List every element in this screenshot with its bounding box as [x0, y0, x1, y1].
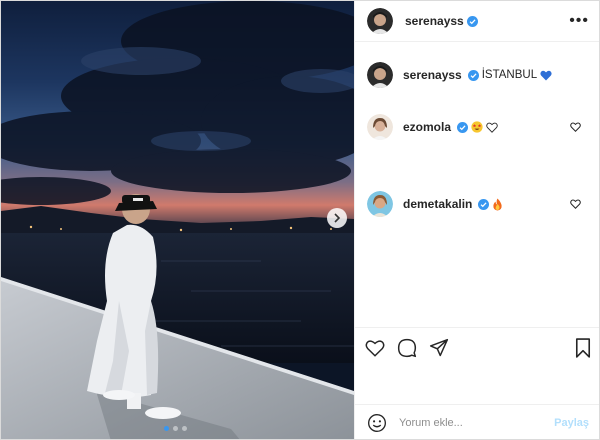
verified-badge-icon [466, 15, 478, 27]
share-paper-plane-icon[interactable] [429, 338, 449, 358]
emoji-smiley-icon[interactable] [367, 413, 387, 433]
chevron-right-icon [334, 213, 341, 223]
add-comment-bar: Yorum ekle... Paylaş [355, 404, 599, 439]
comment-text: demetakalin [403, 197, 503, 211]
avatar-image [367, 114, 393, 140]
carousel-dot-active [164, 426, 169, 431]
caption-body: İSTANBUL [481, 69, 538, 81]
blue-heart-icon [540, 70, 552, 80]
author-avatar[interactable] [367, 8, 393, 34]
commenter-avatar[interactable] [367, 114, 393, 140]
comment-username[interactable]: demetakalin [403, 197, 472, 211]
caption-row: serenayss İSTANBUL [367, 62, 589, 88]
comments-list: serenayss İSTANBUL ezomola demetakalin [355, 42, 599, 327]
carousel-dot [182, 426, 187, 431]
caption-username[interactable]: serenayss [403, 68, 462, 82]
fire-emoji-icon [493, 198, 503, 210]
comment-text: ezomola [403, 120, 498, 134]
carousel-dot [173, 426, 178, 431]
like-comment-heart-icon[interactable] [570, 199, 581, 209]
star-struck-emoji-icon [471, 121, 483, 133]
like-heart-icon[interactable] [365, 339, 385, 357]
post-photo[interactable] [1, 1, 354, 439]
comment-bubble-icon[interactable] [397, 338, 417, 358]
white-heart-icon [486, 122, 498, 133]
carousel-indicators [164, 426, 187, 431]
post-comment-button[interactable]: Paylaş [554, 417, 589, 429]
caption-avatar[interactable] [367, 62, 393, 88]
avatar-image [367, 8, 393, 34]
save-bookmark-icon[interactable] [575, 337, 591, 358]
verified-badge-icon [478, 198, 490, 210]
avatar-image [367, 62, 393, 88]
verified-badge-icon [457, 121, 469, 133]
next-slide-button[interactable] [327, 208, 347, 228]
post-actions-bar [355, 327, 599, 367]
instagram-post-window: serenayss ••• serenayss İSTANBUL ezomola… [0, 0, 600, 440]
avatar-image [367, 191, 393, 217]
author-username[interactable]: serenayss [405, 14, 464, 28]
comment-input[interactable]: Yorum ekle... [399, 417, 554, 429]
post-header: serenayss ••• [355, 1, 599, 42]
like-comment-heart-icon[interactable] [570, 122, 581, 132]
caption-text: serenayss İSTANBUL [403, 68, 552, 82]
commenter-avatar[interactable] [367, 191, 393, 217]
verified-badge-icon [467, 69, 479, 81]
post-details-panel: serenayss ••• serenayss İSTANBUL ezomola… [354, 1, 599, 439]
more-options-icon[interactable]: ••• [569, 13, 589, 29]
comment-row: ezomola [367, 114, 589, 140]
sunset-bosphorus-photo [1, 1, 354, 439]
comment-username[interactable]: ezomola [403, 120, 451, 134]
comment-row: demetakalin [367, 191, 589, 217]
